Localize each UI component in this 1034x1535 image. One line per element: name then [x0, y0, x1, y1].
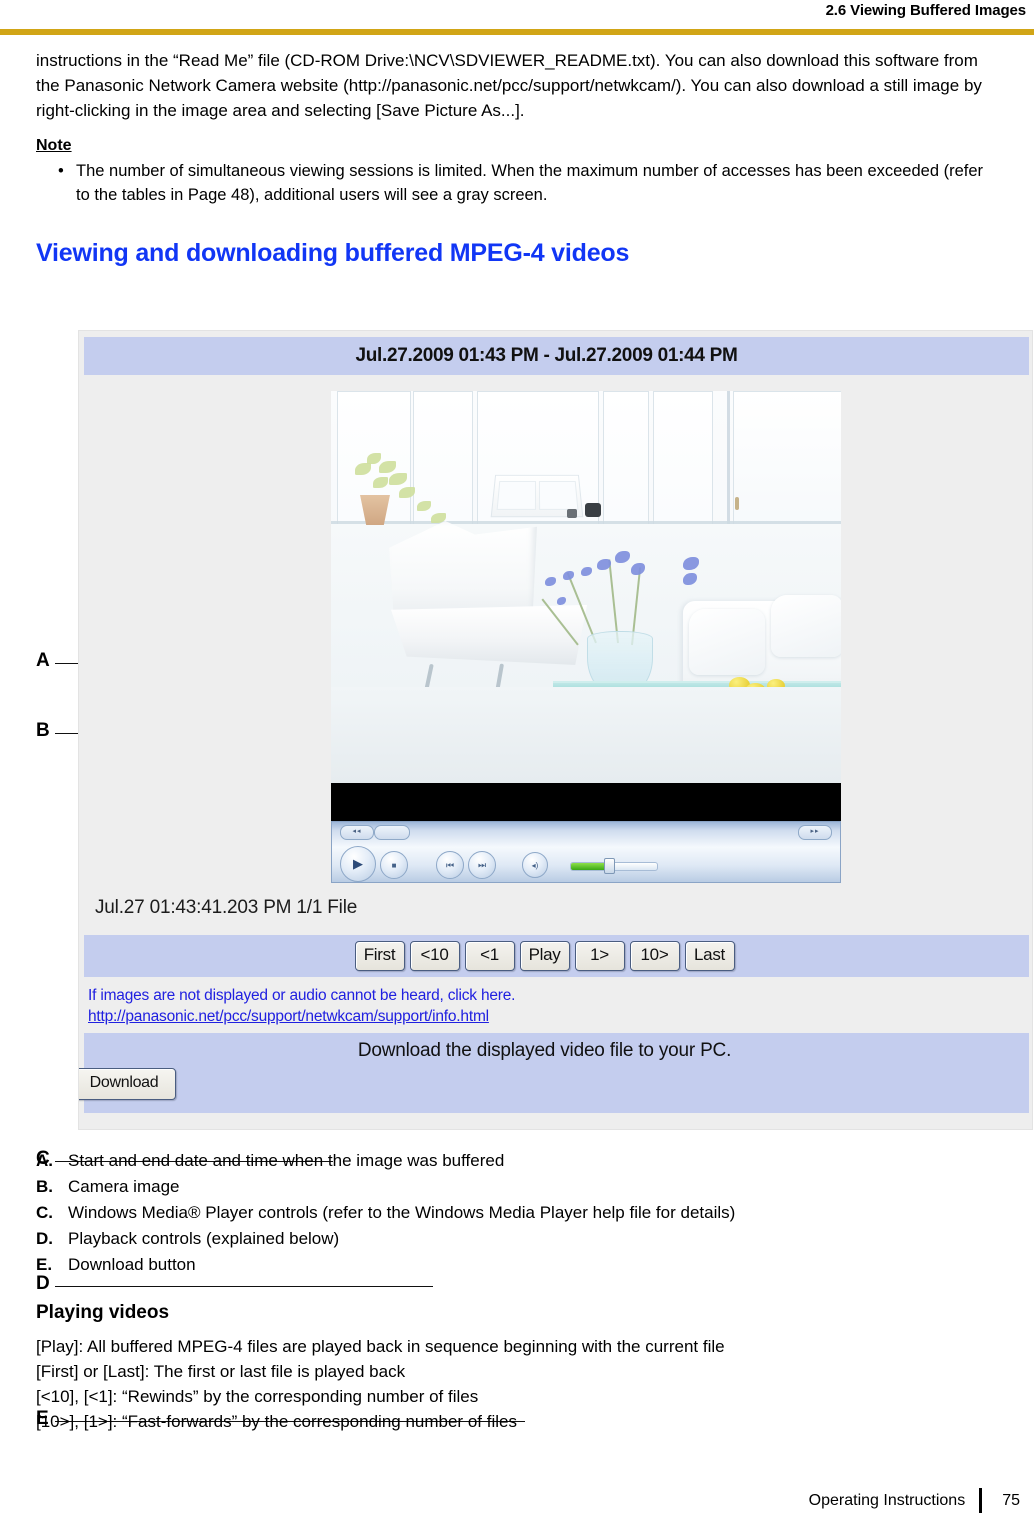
playing-videos-line: [<10], [<1]: “Rewinds” by the correspond…	[36, 1387, 479, 1406]
bullet-icon: •	[58, 162, 64, 180]
support-info-link[interactable]: http://panasonic.net/pcc/support/netwkca…	[88, 1006, 489, 1028]
buffer-timestamp-range: Jul.27.2009 01:43 PM - Jul.27.2009 01:44…	[355, 345, 738, 366]
book-page	[538, 481, 579, 510]
book-page	[496, 481, 537, 510]
playback-controls-bar: First <10 <1 Play 1> 10> Last	[84, 935, 1029, 977]
room-scene	[331, 391, 841, 783]
legend-text: Start and end date and time when the ima…	[68, 1151, 505, 1170]
figure-legend: A. Start and end date and time when the …	[36, 1148, 998, 1278]
page-footer: Operating Instructions 75	[809, 1488, 1020, 1513]
wmp-stop-button[interactable]: ■	[380, 851, 408, 879]
wmp-tab[interactable]	[374, 825, 410, 840]
footer-divider	[979, 1488, 983, 1513]
legend-key: B.	[36, 1177, 53, 1196]
speaker-icon: ◂)	[531, 860, 539, 870]
legend-key: A.	[36, 1151, 53, 1170]
section-title: Viewing and downloading buffered MPEG-4 …	[36, 239, 630, 267]
windows-media-player-controls[interactable]: ◂◂ ▸▸ ▶ ■ ⏮ ⏭ ◂)	[331, 821, 841, 883]
video-letterbox	[331, 783, 841, 821]
note-list: • The number of simultaneous viewing ses…	[36, 159, 998, 207]
playback-play-button[interactable]: Play	[519, 941, 570, 971]
playback-forward-10-button[interactable]: 10>	[629, 941, 680, 971]
sofa-cushion	[771, 595, 841, 657]
playing-videos-section: Playing videos [Play]: All buffered MPEG…	[36, 1302, 998, 1434]
camera-image	[331, 391, 841, 783]
playing-videos-line: [First] or [Last]: The first or last fil…	[36, 1362, 406, 1381]
wmp-next-button[interactable]: ⏭	[468, 851, 496, 879]
legend-key: C.	[36, 1203, 53, 1222]
download-button[interactable]: Download	[79, 1068, 176, 1100]
download-block: Download the displayed video file to you…	[79, 1033, 1029, 1113]
footer-page-number: 75	[1002, 1491, 1020, 1509]
figure-screenshot: A B C D E Jul.27.2009 01:43 PM - Jul.27.…	[0, 325, 1034, 1429]
wmp-mute-button[interactable]: ◂)	[522, 852, 548, 878]
legend-text: Windows Media® Player controls (refer to…	[68, 1203, 736, 1222]
download-instruction-text: Download the displayed video file to you…	[357, 1040, 732, 1061]
legend-item: B. Camera image	[36, 1174, 998, 1199]
playing-videos-line: [Play]: All buffered MPEG-4 files are pl…	[36, 1337, 725, 1356]
floor	[331, 687, 841, 783]
header-rule	[0, 29, 1034, 35]
playback-forward-1-button[interactable]: 1>	[574, 941, 625, 971]
callout-leader-d	[55, 1286, 433, 1287]
legend-text: Camera image	[68, 1177, 180, 1196]
legend-text: Download button	[68, 1255, 196, 1274]
wmp-previous-button[interactable]: ⏮	[436, 851, 464, 879]
note-heading: Note	[36, 137, 72, 154]
buffer-timestamp-bar: Jul.27.2009 01:43 PM - Jul.27.2009 01:44…	[84, 337, 1029, 375]
troubleshooting-text: If images are not displayed or audio can…	[88, 987, 516, 1004]
window-pane	[603, 391, 649, 525]
wmp-volume-knob[interactable]	[604, 858, 615, 874]
legend-item: D. Playback controls (explained below)	[36, 1226, 998, 1251]
legend-key: D.	[36, 1229, 53, 1248]
current-file-timestamp: Jul.27 01:43:41.203 PM 1/1 File	[95, 897, 358, 918]
wmp-rewind-tab-icon[interactable]: ◂◂	[340, 825, 374, 840]
camera-viewer-window: Jul.27.2009 01:43 PM - Jul.27.2009 01:44…	[78, 330, 1033, 1130]
play-icon: ▶	[353, 856, 363, 871]
legend-item: E. Download button	[36, 1252, 998, 1277]
note-item-text: The number of simultaneous viewing sessi…	[76, 162, 984, 204]
door-handle	[735, 497, 739, 510]
note-item: • The number of simultaneous viewing ses…	[36, 159, 998, 207]
previous-icon: ⏮	[445, 859, 455, 870]
intro-paragraph: instructions in the “Read Me” file (CD-R…	[36, 51, 982, 120]
legend-item: A. Start and end date and time when the …	[36, 1148, 998, 1173]
footer-label: Operating Instructions	[808, 1491, 966, 1509]
legend-text: Playback controls (explained below)	[68, 1229, 340, 1248]
callout-label-a: A	[36, 650, 50, 671]
wmp-play-button[interactable]: ▶	[340, 846, 376, 882]
window-pane	[653, 391, 713, 525]
next-icon: ⏭	[477, 859, 487, 870]
callout-label-b: B	[36, 720, 50, 741]
playback-first-button[interactable]: First	[354, 941, 405, 971]
playback-rewind-10-button[interactable]: <10	[409, 941, 460, 971]
troubleshooting-link-block: If images are not displayed or audio can…	[84, 981, 1029, 1033]
playback-rewind-1-button[interactable]: <1	[464, 941, 515, 971]
chair-seat	[391, 605, 587, 665]
playback-last-button[interactable]: Last	[684, 941, 735, 971]
legend-item: C. Windows Media® Player controls (refer…	[36, 1200, 998, 1225]
legend-key: E.	[36, 1255, 53, 1274]
wmp-forward-tab-icon[interactable]: ▸▸	[798, 825, 832, 840]
page-body: instructions in the “Read Me” file (CD-R…	[36, 48, 998, 280]
ledge-object	[567, 509, 577, 518]
ledge-object	[585, 503, 601, 517]
stop-icon: ■	[391, 860, 397, 870]
playing-videos-heading: Playing videos	[36, 1302, 170, 1323]
playing-videos-line: [10>], [1>]: “Fast-forwards” by the corr…	[36, 1412, 517, 1431]
playback-button-group: First <10 <1 Play 1> 10> Last	[354, 941, 735, 971]
running-head: 2.6 Viewing Buffered Images	[825, 2, 1027, 19]
sofa-cushion	[689, 609, 765, 675]
